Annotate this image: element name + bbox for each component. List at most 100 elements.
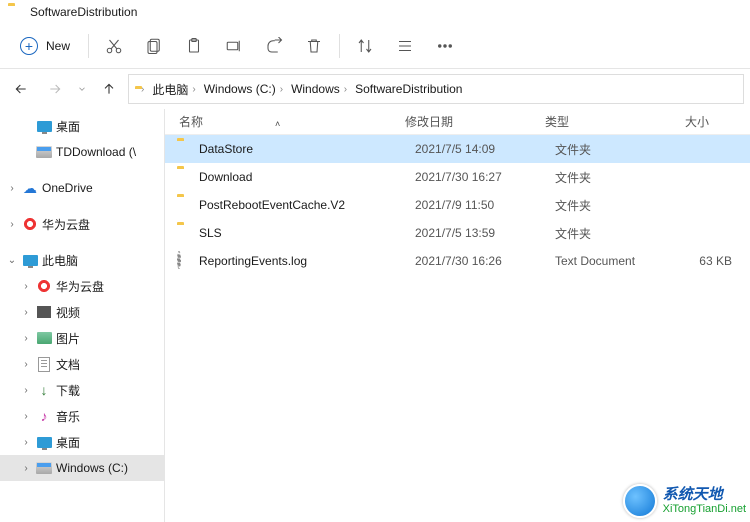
chevron-icon[interactable]: › [20,281,32,292]
column-size[interactable]: 大小 [685,113,750,130]
new-button-label: New [46,39,70,53]
chevron-icon[interactable]: ⌄ [6,255,18,266]
sidebar-item-label: 视频 [56,304,80,321]
sidebar-item-label: 图片 [56,330,80,347]
breadcrumb-item[interactable]: 此电脑› [150,79,197,100]
chevron-icon[interactable]: › [20,411,32,422]
file-size: 63 KB [695,254,750,268]
toolbar: + New [0,24,750,68]
file-name: SLS [199,226,415,240]
sort-caret-icon: ˄ [275,119,280,129]
divider [339,34,340,58]
recent-dropdown[interactable] [74,74,90,104]
file-name: PostRebootEventCache.V2 [199,198,415,212]
chevron-icon[interactable]: › [20,437,32,448]
file-type: 文件夹 [555,197,695,214]
column-date[interactable]: 修改日期 [405,113,545,130]
chevron-icon[interactable]: › [6,183,18,194]
disk-icon [36,146,52,158]
copy-icon[interactable] [137,30,171,62]
breadcrumb-item[interactable]: Windows› [289,80,349,98]
file-date: 2021/7/30 16:26 [415,254,555,268]
chevron-icon[interactable]: › [20,385,32,396]
paste-icon[interactable] [177,30,211,62]
chevron-icon[interactable]: › [6,219,18,230]
cloud-icon: ☁ [23,180,37,197]
file-row[interactable]: SLS2021/7/5 13:59文件夹 [165,219,750,247]
divider [88,34,89,58]
file-name: DataStore [199,142,415,156]
sidebar-item-label: 华为云盘 [56,278,104,295]
file-type: 文件夹 [555,141,695,158]
rename-icon[interactable] [217,30,251,62]
window-title: SoftwareDistribution [30,5,137,19]
sidebar-item[interactable]: › Windows (C:) [0,455,164,481]
globe-icon [623,484,657,518]
file-name: Download [199,170,415,184]
view-icon[interactable] [388,30,422,62]
sidebar-item[interactable]: ⌄ 此电脑 [0,247,164,273]
file-row[interactable]: PostRebootEventCache.V22021/7/9 11:50文件夹 [165,191,750,219]
sidebar-item-label: Windows (C:) [56,461,128,475]
breadcrumb-item[interactable]: SoftwareDistribution [353,80,464,98]
sidebar-item[interactable]: › 华为云盘 [0,273,164,299]
sidebar-item[interactable]: TDDownload (\ [0,139,164,165]
more-icon[interactable] [428,30,462,62]
file-row[interactable]: DataStore2021/7/5 14:09文件夹 [165,135,750,163]
file-date: 2021/7/30 16:27 [415,170,555,184]
sidebar-item-label: 下载 [56,382,80,399]
file-date: 2021/7/9 11:50 [415,198,555,212]
sidebar-item[interactable]: › 华为云盘 [0,211,164,237]
watermark: 系统天地 XiTongTianDi.net [623,484,746,518]
chevron-icon[interactable]: › [20,333,32,344]
column-type[interactable]: 类型 [545,113,685,130]
file-row[interactable]: Download2021/7/30 16:27文件夹 [165,163,750,191]
plus-icon: + [20,37,38,55]
folder-icon [8,6,24,19]
file-name: ReportingEvents.log [199,254,415,268]
download-icon: ↓ [41,382,48,398]
address-bar[interactable]: › 此电脑› Windows (C:)› Windows› SoftwareDi… [128,74,744,104]
column-headers: 名称˄ 修改日期 类型 大小 [165,109,750,135]
share-icon[interactable] [257,30,291,62]
up-button[interactable] [94,74,124,104]
file-row[interactable]: ReportingEvents.log2021/7/30 16:26Text D… [165,247,750,275]
sidebar-item[interactable]: ›☁OneDrive [0,175,164,201]
sidebar: 桌面TDDownload (\›☁OneDrive›华为云盘⌄此电脑›华为云盘›… [0,109,165,522]
sidebar-item-label: 音乐 [56,408,80,425]
chevron-icon[interactable]: › [20,463,32,474]
monitor-icon [37,437,52,448]
sidebar-item[interactable]: › ↓ 下载 [0,377,164,403]
sidebar-item-label: TDDownload (\ [56,145,136,159]
sidebar-item[interactable]: ›文档 [0,351,164,377]
huawei-icon [23,217,37,231]
sidebar-item[interactable]: 桌面 [0,113,164,139]
gear-icon [177,251,181,269]
sort-icon[interactable] [348,30,382,62]
sidebar-item[interactable]: ›♪音乐 [0,403,164,429]
forward-button[interactable] [40,74,70,104]
sidebar-item-label: 桌面 [56,434,80,451]
file-date: 2021/7/5 13:59 [415,226,555,240]
sidebar-item[interactable]: › 视频 [0,299,164,325]
back-button[interactable] [6,74,36,104]
chevron-icon[interactable]: › [20,359,32,370]
delete-icon[interactable] [297,30,331,62]
breadcrumb-item[interactable]: Windows (C:)› [202,80,285,98]
window-titlebar: SoftwareDistribution [0,0,750,24]
chevron-icon[interactable]: › [20,307,32,318]
document-icon [38,357,50,372]
disk-icon [36,462,52,474]
breadcrumb-chevron[interactable]: › [139,82,146,97]
sidebar-item[interactable]: › 桌面 [0,429,164,455]
huawei-icon [37,279,51,293]
sidebar-item-label: 桌面 [56,118,80,135]
sidebar-item-label: 此电脑 [42,252,78,269]
file-type: 文件夹 [555,169,695,186]
new-button[interactable]: + New [10,33,80,59]
column-name[interactable]: 名称˄ [165,113,405,130]
nav-row: › 此电脑› Windows (C:)› Windows› SoftwareDi… [0,69,750,109]
cut-icon[interactable] [97,30,131,62]
sidebar-item-label: 华为云盘 [42,216,90,233]
sidebar-item[interactable]: › 图片 [0,325,164,351]
